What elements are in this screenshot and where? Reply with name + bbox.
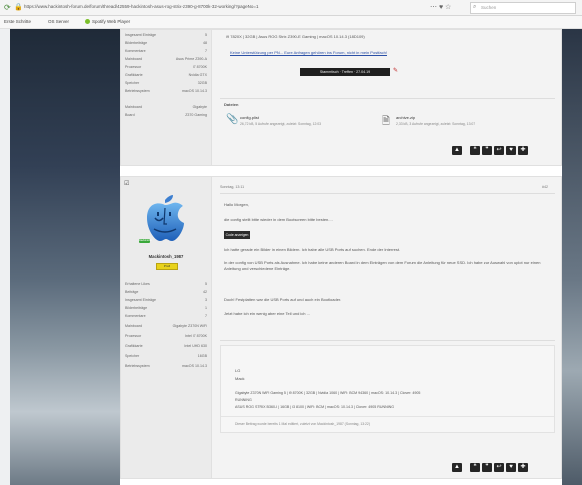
signature-divider xyxy=(220,340,555,341)
user-field: Insgesamt Einträge 5 xyxy=(125,33,207,37)
reload-icon[interactable]: ⟳ xyxy=(4,3,11,12)
edit-note: Dieser Beitrag wurde bereits 1 Mal editi… xyxy=(235,422,370,426)
post-action-buttons: ▲ ❝ ❞ ↩ ♥ ✚ xyxy=(452,146,528,155)
banner-text: Stammtisch · Treffen · 27.04.19 xyxy=(319,70,371,74)
multiquote-icon[interactable]: ❞ xyxy=(482,146,492,155)
desktop-background-right xyxy=(562,29,582,485)
forum-link[interactable]: Keine Unterstützung per PN... Eure Anfra… xyxy=(230,50,387,55)
user-field: Kommentare 7 xyxy=(125,49,207,53)
post-current: ☑ Hackintosh Mackintosh_1987 Profi Erhal… xyxy=(120,176,562,479)
signature-line: Mack xyxy=(235,376,245,381)
user-info-column: Insgesamt Einträge 5 Bilderbeiträge 48 Kom… xyxy=(121,30,212,165)
like-icon[interactable]: ♥ xyxy=(506,463,516,472)
stammtisch-banner[interactable]: Stammtisch · Treffen · 27.04.19 xyxy=(300,68,390,76)
online-badge-text: Hackintosh xyxy=(139,239,152,242)
like-icon[interactable]: ♥ xyxy=(506,146,516,155)
post-paragraph: In der config von USB Ports als Ausnahme… xyxy=(224,260,541,271)
bookmark-item[interactable]: Spotify Web Player xyxy=(92,19,130,24)
attachment-meta: 26,72 kB, 5 Aufrufe angezeigt, zuletzt: … xyxy=(240,122,322,126)
attachment-name[interactable]: config.plist xyxy=(240,115,259,120)
desktop-background-left xyxy=(0,29,120,485)
greeting: Hallo Morgen, xyxy=(224,202,249,207)
signature-line: LG xyxy=(235,368,241,373)
user-info-column: ☑ Hackintosh Mackintosh_1987 Profi Erhal… xyxy=(121,177,212,478)
user-field: Erhaltene Likes 5 xyxy=(125,282,207,286)
post-timestamp[interactable]: Sonntag, 13:11 xyxy=(220,185,244,189)
post-paragraph: Ich hatte gerade ein Bilder in einen Bil… xyxy=(224,247,401,252)
user-field: Insgesamt Einträge 3 xyxy=(125,298,207,302)
post-paragraph: die config stellt bitte wieder in dem Bo… xyxy=(224,217,333,222)
edit-checkbox-icon[interactable]: ☑ xyxy=(124,180,129,187)
search-placeholder: Suchen xyxy=(481,5,497,10)
user-field: Bilderbeiträge 1 xyxy=(125,306,207,310)
multiquote-icon[interactable]: ❞ xyxy=(482,463,492,472)
edit-note-divider xyxy=(221,416,554,417)
spotify-icon xyxy=(85,19,90,24)
show-code-button[interactable]: Code anzeigen xyxy=(224,231,250,239)
share-icon[interactable]: ✚ xyxy=(518,463,528,472)
user-field: Betriebssystem macOS 10.14.3 xyxy=(125,364,207,368)
search-icon: ⌕ xyxy=(473,4,477,10)
post-paragraph: Jetzt habe ich ein wenig aber eine Teil … xyxy=(224,311,310,316)
username[interactable]: Mackintosh_1987 xyxy=(121,254,211,259)
post-number[interactable]: #42 xyxy=(542,185,548,189)
attachment-item[interactable]: 🗎 archive.zip 2,33 kB, 3 Aufrufe angezei… xyxy=(382,114,547,130)
quote-icon[interactable]: ❝ xyxy=(470,146,480,155)
attachment-name[interactable]: archive.zip xyxy=(396,115,415,120)
user-field: Grafikkarte Intel UHD 630 xyxy=(125,344,207,348)
bookmark-item[interactable]: OS Server xyxy=(48,19,69,24)
user-field: Betriebssystem macOS 10.14.3 xyxy=(125,89,207,93)
post-action-buttons: ▲ ❝ ❞ ↩ ♥ ✚ xyxy=(452,463,528,472)
user-field: Mainboard Gigabyte xyxy=(125,105,207,109)
quote-icon[interactable]: ❝ xyxy=(470,463,480,472)
rank-badge: Profi xyxy=(156,263,178,270)
attachments-title: Dateien xyxy=(224,102,239,107)
user-field: Mainboard Asus Prime Z390-A xyxy=(125,57,207,61)
user-field: Speicher 32GB xyxy=(125,81,207,85)
post-previous: Insgesamt Einträge 5 Bilderbeiträge 48 Kom… xyxy=(120,29,562,166)
paperclip-icon: 📎 xyxy=(226,114,239,125)
user-field: Speicher 16GB xyxy=(125,354,207,358)
attachments-divider xyxy=(220,98,555,99)
user-field: Bilderbeiträge 48 xyxy=(125,41,207,45)
rank-badge-text: Profi xyxy=(163,264,171,268)
signature-line: RUNNING xyxy=(235,398,252,402)
user-field: Grafikkarte Nvidia GTX xyxy=(125,73,207,77)
reply-icon[interactable]: ↩ xyxy=(494,146,504,155)
show-code-label: Code anzeigen xyxy=(225,233,249,237)
user-field: Mainboard Gigabyte Z370N WiFi xyxy=(125,324,207,328)
user-field: Beiträge 42 xyxy=(125,290,207,294)
attachment-item[interactable]: 📎 config.plist 26,72 kB, 5 Aufrufe angez… xyxy=(226,114,376,130)
user-field: Kommentare 7 xyxy=(125,314,207,318)
post-paragraph: Doch! Festplatten war die USB Ports auf … xyxy=(224,297,342,302)
browser-url-bar: ⟳ 🔒 https://www.hackintosh-forum.de/foru… xyxy=(0,0,582,16)
zip-file-icon: 🗎 xyxy=(382,116,391,127)
warning-icon[interactable]: ▲ xyxy=(452,146,462,155)
signature-box: LG Mack Gigabyte Z370N WiFi Gaming 5 | i… xyxy=(220,345,555,433)
user-field: Prozessor i7 8700K xyxy=(125,65,207,69)
search-input[interactable]: ⌕ Suchen xyxy=(470,2,576,14)
edit-pen-icon: ✎ xyxy=(393,68,399,74)
bookmarks-bar: Erste Schritte OS Server Spotify Web Pla… xyxy=(0,16,582,29)
hardware-line: i9 7820X | 32GB | Asus ROG Strix Z390-E … xyxy=(226,34,365,39)
lock-icon: 🔒 xyxy=(14,4,23,11)
header-divider xyxy=(220,193,555,194)
user-field: Prozessor Intel i7 8700K xyxy=(125,334,207,338)
reply-icon[interactable]: ↩ xyxy=(494,463,504,472)
url-text[interactable]: https://www.hackintosh-forum.de/forum/th… xyxy=(24,4,404,9)
online-badge: Hackintosh xyxy=(139,239,152,243)
attachment-meta: 2,33 kB, 3 Aufrufe angezeigt, zuletzt: S… xyxy=(396,122,476,126)
avatar[interactable] xyxy=(143,194,188,244)
side-strip xyxy=(0,29,10,485)
signature-line: ASUS ROG STRIX B360-I | 16GB | i3 8100 |… xyxy=(235,405,395,409)
warning-icon[interactable]: ▲ xyxy=(452,463,462,472)
user-field: Board Z370 Gaming xyxy=(125,113,207,117)
bookmark-item[interactable]: Erste Schritte xyxy=(4,19,31,24)
page-actions-icon[interactable]: ⋯ ♥ ☆ xyxy=(430,3,451,11)
share-icon[interactable]: ✚ xyxy=(518,146,528,155)
signature-line: Gigabyte Z370N WiFi Gaming 5 | i9 8700K … xyxy=(235,391,421,395)
